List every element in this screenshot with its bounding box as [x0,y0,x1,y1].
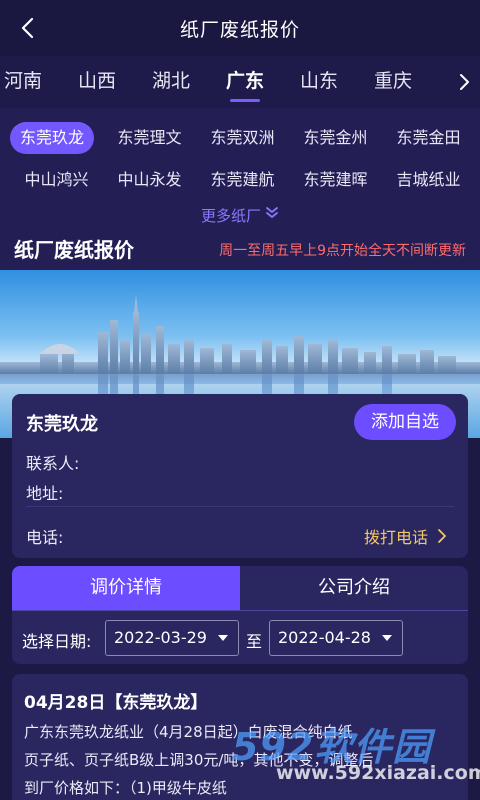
end-date-value: 2022-04-28 [278,628,371,647]
contact-label: 联系人: [26,454,80,473]
mill-item[interactable]: 东莞建航 [196,164,289,196]
chevron-right-icon [438,529,446,543]
address-label: 地址: [26,484,64,503]
more-mills-label: 更多纸厂 [200,206,261,225]
news-body: 广东东莞玖龙纸业（4月28日起）白废混合纯白纸 页子纸、页子纸B级上调30元/吨… [24,718,460,800]
mill-item[interactable]: 中山鸿兴 [10,164,103,196]
mill-item[interactable]: 东莞金州 [289,122,382,154]
section-header: 纸厂废纸报价 周一至周五早上9点开始全天不间断更新 [0,234,480,270]
company-name: 东莞玖龙 [26,414,98,435]
more-mills-button[interactable]: 更多纸厂 [0,204,480,226]
start-date-value: 2022-03-29 [114,628,207,647]
page-title: 纸厂废纸报价 [179,18,300,41]
back-button[interactable] [12,12,44,44]
news-line: 页子纸、页子纸B级上调30元/吨，其他不变，调整后 [24,751,374,769]
start-date-select[interactable]: 2022-03-29 [105,620,239,656]
end-date-select[interactable]: 2022-04-28 [269,620,403,656]
news-line: 广东东莞玖龙纸业（4月28日起）白废混合纯白纸 [24,723,353,741]
province-more-button[interactable] [448,56,480,108]
double-chevron-down-icon [265,206,279,224]
tab-underline [12,610,468,611]
tab-province-active[interactable]: 广东 [208,56,282,108]
chevron-left-icon [21,17,34,39]
mill-item[interactable]: 东莞建晖 [289,164,382,196]
call-phone-label: 拨打电话 [363,528,428,547]
date-range-label: 选择日期: [22,632,92,651]
news-line: 到厂价格如下：（1)甲级牛皮纸 [24,779,227,797]
section-title: 纸厂废纸报价 [14,238,134,262]
phone-label: 电话: [26,528,64,547]
mill-item[interactable]: 中山永发 [103,164,196,196]
tab-province[interactable]: 湖北 [134,56,208,108]
app-header: 纸厂废纸报价 [0,0,480,56]
company-card: 东莞玖龙 添加自选 联系人: 地址: 电话: 拨打电话 [12,394,468,558]
caret-down-icon [218,635,228,641]
province-list: 河南山西湖北广东山东重庆江西 [0,56,480,108]
mill-item[interactable]: 东莞双洲 [196,122,289,154]
mill-selector: 东莞玖龙 东莞理文 东莞双洲 东莞金州 东莞金田 中山鸿兴 中山永发 东莞建航 … [0,108,480,234]
chevron-right-icon [460,74,469,90]
tab-price-detail[interactable]: 调价详情 [12,566,240,610]
news-title: 04月28日【东莞玖龙】 [24,693,208,713]
mill-item[interactable]: 东莞金田 [382,122,475,154]
caret-down-icon [382,635,392,641]
mill-item[interactable]: 东莞理文 [103,122,196,154]
call-phone-button[interactable]: 拨打电话 [364,524,450,548]
update-note: 周一至周五早上9点开始全天不间断更新 [219,243,466,259]
mill-grid: 东莞玖龙 东莞理文 东莞双洲 东莞金州 东莞金田 中山鸿兴 中山永发 东莞建航 … [10,122,474,196]
tab-province[interactable]: 山西 [60,56,134,108]
tab-province[interactable]: 河南 [0,56,60,108]
mill-item[interactable]: 吉城纸业 [382,164,475,196]
tab-province[interactable]: 重庆 [356,56,430,108]
mill-item-active[interactable]: 东莞玖龙 [10,122,94,154]
date-separator: 至 [246,632,263,651]
tab-company-intro[interactable]: 公司介绍 [240,566,468,610]
divider [26,506,454,507]
add-favorite-button[interactable]: 添加自选 [354,404,456,440]
province-tabs: 河南山西湖北广东山东重庆江西 [0,56,480,108]
price-detail-panel: 调价详情 公司介绍 选择日期: 2022-03-29 至 2022-04-28 [12,566,468,664]
tab-province[interactable]: 山东 [282,56,356,108]
price-news-item[interactable]: 04月28日【东莞玖龙】 广东东莞玖龙纸业（4月28日起）白废混合纯白纸 页子纸… [12,674,468,800]
